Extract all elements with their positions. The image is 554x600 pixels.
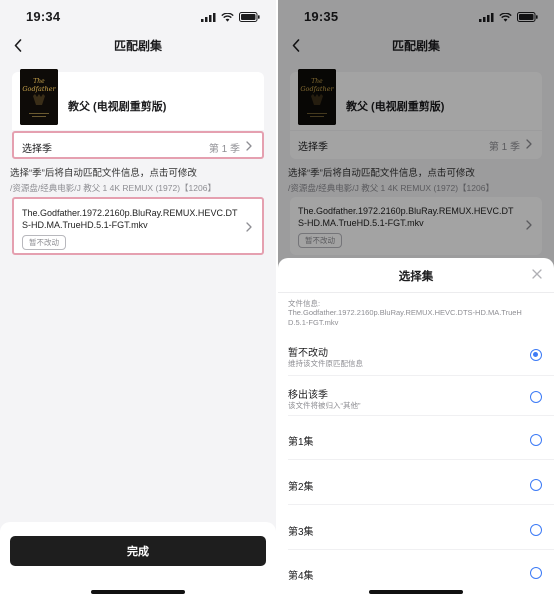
season-label: 选择季 (22, 144, 52, 155)
season-value: 第 1 季 (208, 144, 240, 155)
option-remove-season[interactable]: 移出该季 该文件将被归入“其他” (278, 376, 554, 416)
episode-sheet: 选择集 文件信息: The.Godfather.1972.2160p.BluRa… (278, 258, 554, 600)
radio-selected[interactable] (530, 349, 542, 361)
option-episode-3[interactable]: 第3集 (278, 510, 554, 550)
divider (288, 504, 554, 505)
home-indicator (369, 590, 463, 594)
divider (288, 459, 554, 460)
radio[interactable] (530, 391, 542, 403)
bottom-bar: 完成 (0, 522, 276, 600)
option-episode-4[interactable]: 第4集 (278, 555, 554, 595)
signal-icon (201, 12, 216, 22)
select-season-row[interactable]: 选择季 第 1 季 (12, 131, 264, 159)
file-name: The.Godfather.1972.2160p.BluRay.REMUX.HE… (22, 208, 238, 230)
battery-icon (239, 12, 260, 22)
close-icon[interactable] (530, 267, 544, 281)
option-title: 第2集 (288, 482, 314, 493)
option-episode-1[interactable]: 第1集 (278, 420, 554, 460)
file-path: /资源盘/经典电影/J 教父 1 4K REMUX (1972)【1206】 (10, 183, 216, 193)
divider (278, 292, 554, 293)
movie-title: 教父 (电视剧重剪版) (68, 101, 167, 113)
divider (288, 415, 554, 416)
svg-text:Godfather: Godfather (22, 85, 56, 93)
nav-bar: 匹配剧集 (0, 32, 276, 58)
done-button[interactable]: 完成 (10, 536, 266, 566)
chevron-right-icon (246, 141, 252, 151)
page-title: 匹配剧集 (113, 39, 162, 53)
option-title: 移出该季 (288, 390, 328, 401)
movie-poster: The Godfather (20, 69, 58, 125)
right-screen: 19:35 匹配剧集 The Godfather 教父 (电视剧重剪版) 选择季 (278, 0, 554, 600)
divider (288, 549, 554, 550)
radio[interactable] (530, 434, 542, 446)
option-title: 第4集 (288, 571, 314, 582)
option-episode-2[interactable]: 第2集 (278, 465, 554, 505)
option-subtitle: 该文件将被归入“其他” (288, 401, 361, 410)
sheet-title: 选择集 (398, 271, 434, 283)
file-info-value: The.Godfather.1972.2160p.BluRay.REMUX.HE… (288, 308, 522, 327)
file-item[interactable]: The.Godfather.1972.2160p.BluRay.REMUX.HE… (12, 197, 264, 255)
radio[interactable] (530, 524, 542, 536)
radio[interactable] (530, 479, 542, 491)
option-subtitle: 维持该文件原匹配信息 (288, 359, 363, 368)
option-keep[interactable]: 暂不改动 维持该文件原匹配信息 (278, 336, 554, 376)
status-icons (201, 12, 260, 22)
wifi-icon (221, 12, 234, 22)
status-bar: 19:34 (0, 0, 276, 32)
status-time: 19:34 (26, 9, 61, 24)
svg-text:The: The (33, 78, 45, 85)
option-title: 第1集 (288, 437, 314, 448)
chevron-right-icon (246, 222, 252, 232)
status-badge: 暂不改动 (22, 235, 66, 250)
left-screen: 19:34 匹配剧集 The Godfather 教父 (电视剧重剪版) 选择季 (0, 0, 276, 600)
home-indicator (91, 590, 185, 594)
option-title: 暂不改动 (288, 348, 328, 359)
match-hint: 选择“季”后将自动匹配文件信息，点击可修改 (10, 168, 197, 179)
radio[interactable] (530, 567, 542, 579)
option-title: 第3集 (288, 527, 314, 538)
movie-card: The Godfather 教父 (电视剧重剪版) (12, 69, 264, 130)
